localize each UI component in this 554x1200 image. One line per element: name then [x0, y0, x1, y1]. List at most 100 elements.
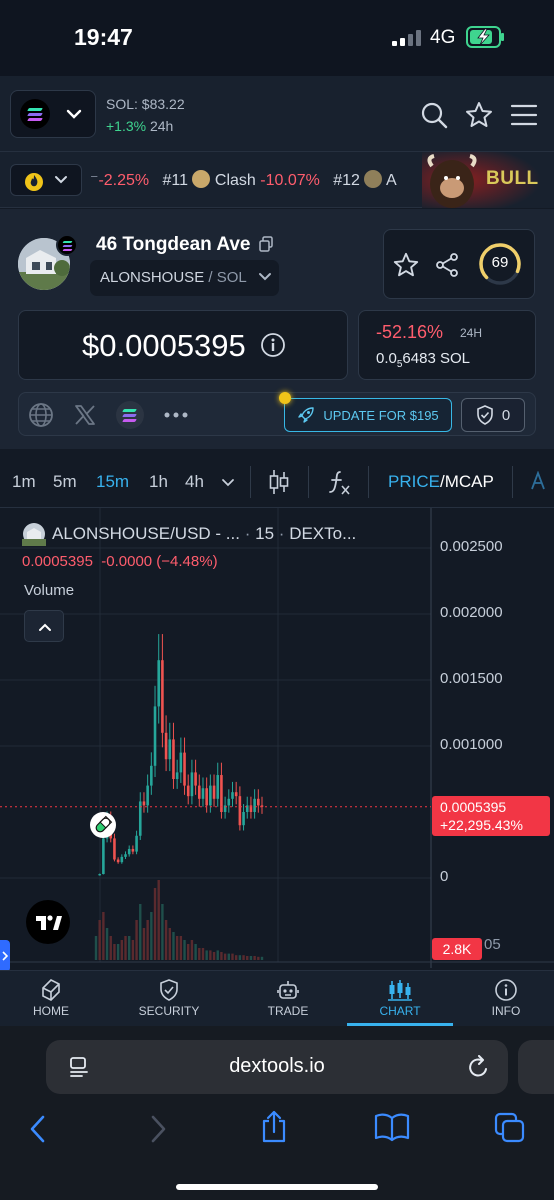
candle-body — [194, 772, 197, 786]
reload-icon[interactable] — [468, 1055, 490, 1079]
volume-bar — [238, 955, 242, 960]
volume-bar — [187, 944, 190, 960]
timeframe-15m[interactable]: 15m — [96, 472, 129, 492]
timeframe-1m[interactable]: 1m — [12, 472, 36, 492]
copy-icon[interactable] — [258, 236, 274, 252]
chart-event-badge[interactable] — [90, 812, 116, 838]
price-mcap-toggle[interactable]: PRICE/MCAP — [388, 472, 494, 492]
ticker-name: Clash — [214, 172, 256, 189]
fire-icon — [25, 173, 43, 191]
timeframe-1h[interactable]: 1h — [149, 472, 168, 492]
nav-info[interactable]: INFO — [456, 978, 554, 1018]
candle-body — [157, 660, 161, 707]
candle-body — [234, 792, 238, 797]
candle-body — [231, 792, 234, 799]
sol-amount-suffix: 6483 SOL — [402, 350, 470, 367]
candle-body — [98, 874, 101, 876]
hot-pairs-selector[interactable] — [10, 164, 82, 196]
volume-bar — [153, 888, 157, 960]
bookmarks-icon[interactable] — [374, 1112, 410, 1142]
pair-quote: SOL — [216, 269, 247, 286]
share-icon[interactable] — [260, 1110, 288, 1144]
chart-symbol: ALONSHOUSE/USD - ... — [52, 524, 240, 543]
token-price: $0.0005395 — [82, 328, 246, 363]
chevron-up-icon — [39, 623, 51, 631]
candle-body — [120, 856, 124, 863]
volume-bar — [105, 928, 109, 960]
star-icon[interactable] — [464, 100, 494, 130]
nav-security[interactable]: SECURITY — [119, 978, 219, 1018]
price-axis-tick: 0.001500 — [440, 670, 503, 687]
collapse-legend-button[interactable] — [24, 610, 64, 642]
price-candles — [98, 634, 264, 876]
x-twitter-icon[interactable] — [74, 404, 96, 426]
chain-selector[interactable] — [10, 90, 96, 138]
side-panel-handle[interactable] — [0, 940, 10, 972]
ohlc-price: 0.0005395 — [22, 553, 93, 570]
candle-body — [253, 798, 256, 812]
volume-bar — [183, 940, 186, 960]
volume-bar — [131, 940, 135, 960]
ticker-change: -2.25% — [98, 172, 150, 189]
back-icon[interactable] — [28, 1114, 48, 1144]
home-indicator — [176, 1184, 378, 1190]
forward-icon[interactable] — [148, 1114, 168, 1144]
volume-bar — [201, 948, 205, 960]
nav-chart[interactable]: CHART — [350, 978, 450, 1018]
ohlc-change: -0.0000 (−4.48%) — [101, 553, 218, 570]
nav-trade-label: TRADE — [267, 1004, 309, 1018]
tradingview-logo-icon[interactable] — [26, 900, 70, 944]
share-icon[interactable] — [434, 252, 460, 278]
nav-home[interactable]: HOME — [1, 978, 101, 1018]
next-tab-preview[interactable] — [518, 1040, 554, 1094]
volume-bar — [194, 944, 197, 960]
candle-body — [172, 739, 175, 779]
candle-body — [161, 660, 164, 733]
candle-body — [209, 785, 212, 806]
ticker-rank: #12 — [333, 172, 360, 189]
solana-chain-badge-icon — [56, 234, 78, 256]
tabs-icon[interactable] — [494, 1112, 526, 1144]
candle-body — [131, 848, 135, 852]
nav-home-label: HOME — [33, 1004, 69, 1018]
last-price-value: 0.0005395 — [440, 799, 507, 815]
candle-body — [113, 838, 116, 860]
candle-body — [190, 772, 194, 797]
ticker-name: A — [385, 172, 397, 189]
chevron-down-icon[interactable] — [221, 478, 235, 488]
candle-body — [127, 848, 131, 855]
volume-bar — [135, 920, 138, 960]
hot-pairs-ticker[interactable]: ⁻-2.25% #11 Clash -10.07% #12 A — [90, 170, 430, 190]
audit-shield-button[interactable]: 0 — [461, 398, 525, 432]
candlestick-type-icon[interactable] — [268, 468, 290, 496]
dext-score-value: 69 — [491, 254, 509, 271]
chart-interval: 15 — [255, 524, 275, 543]
solana-explorer-icon[interactable] — [116, 401, 144, 429]
timeframe-4h[interactable]: 4h — [185, 472, 204, 492]
indicators-fx-icon[interactable] — [328, 470, 352, 496]
chevron-down-icon — [55, 176, 67, 184]
candle-body — [216, 775, 220, 799]
cellular-signal-icon — [392, 28, 421, 46]
ticker-rank: #11 — [162, 172, 189, 189]
search-icon[interactable] — [420, 101, 448, 129]
timeframe-5m[interactable]: 5m — [53, 472, 77, 492]
volume-bar — [223, 953, 227, 960]
volume-bars — [94, 880, 264, 960]
volume-bar — [234, 955, 238, 960]
update-info-button[interactable]: UPDATE FOR $195 — [284, 398, 452, 432]
globe-icon[interactable] — [28, 402, 54, 428]
menu-icon[interactable] — [510, 102, 538, 128]
favorite-star-icon[interactable] — [392, 251, 420, 279]
nav-trade[interactable]: TRADE — [238, 978, 338, 1018]
candle-body — [205, 788, 208, 806]
candle-body — [175, 772, 179, 779]
candle-body — [102, 838, 105, 875]
battery-charging-icon — [466, 26, 504, 48]
ath-label-icon[interactable] — [530, 471, 554, 491]
more-icon[interactable] — [164, 410, 188, 420]
candle-body — [150, 765, 153, 786]
volume-bar — [128, 936, 131, 960]
info-icon[interactable] — [260, 332, 286, 358]
price-axis-tick: 0.002500 — [440, 538, 503, 555]
